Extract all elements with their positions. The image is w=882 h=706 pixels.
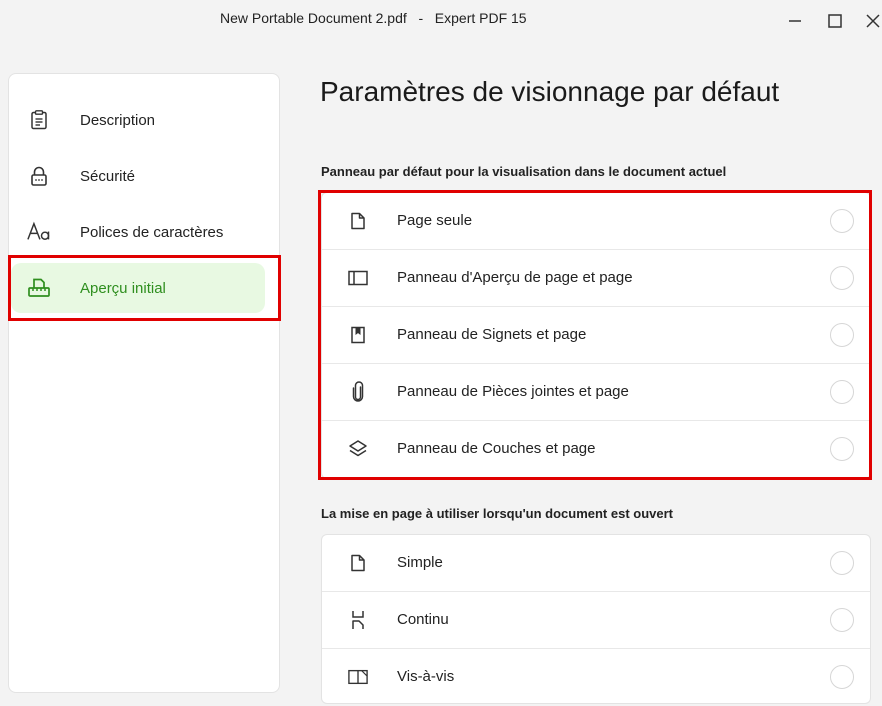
sidebar-item-label: Description — [80, 111, 156, 129]
option-label: Vis-à-vis — [397, 668, 455, 685]
page-icon — [348, 553, 368, 573]
option-label: Panneau de Couches et page — [397, 440, 596, 457]
sidebar-item-description[interactable]: Description — [11, 95, 265, 145]
facing-pages-icon — [348, 667, 368, 687]
sidebar: Description Sécurité Polices de caractèr… — [8, 73, 280, 693]
sidebar-item-label: Sécurité — [80, 167, 136, 185]
panel-section-label: Panneau par défaut pour la visualisation… — [321, 164, 727, 179]
option-attachments-panel[interactable]: Panneau de Pièces jointes et page — [322, 364, 870, 421]
title-bar: New Portable Document 2.pdf - Expert PDF… — [0, 0, 882, 40]
paperclip-icon — [348, 381, 368, 402]
window-title: New Portable Document 2.pdf - Expert PDF… — [220, 10, 527, 26]
app-name: Expert PDF 15 — [434, 10, 527, 26]
option-single-page[interactable]: Page seule — [322, 193, 870, 250]
font-icon — [27, 220, 51, 244]
close-button[interactable] — [858, 6, 882, 36]
option-label: Panneau d'Aperçu de page et page — [397, 269, 633, 286]
sidebar-item-initial-view[interactable]: Aperçu initial — [11, 263, 265, 313]
radio-button[interactable] — [830, 551, 854, 575]
minimize-icon — [789, 20, 801, 22]
layers-icon — [348, 439, 368, 459]
document-name: New Portable Document 2.pdf — [220, 10, 407, 26]
radio-button[interactable] — [830, 380, 854, 404]
clipboard-icon — [27, 108, 51, 132]
option-label: Page seule — [397, 212, 473, 229]
radio-button[interactable] — [830, 266, 854, 290]
layout-section-label: La mise en page à utiliser lorsqu'un doc… — [321, 506, 674, 521]
printer-ruler-icon — [27, 276, 51, 300]
sidebar-item-security[interactable]: Sécurité — [11, 151, 265, 201]
option-label: Simple — [397, 554, 443, 571]
page-icon — [348, 211, 368, 231]
radio-button[interactable] — [830, 209, 854, 233]
option-thumbnail-panel[interactable]: Panneau d'Aperçu de page et page — [322, 250, 870, 307]
option-label: Continu — [397, 611, 449, 628]
maximize-icon — [828, 14, 842, 28]
option-facing[interactable]: Vis-à-vis — [322, 649, 870, 706]
minimize-button[interactable] — [780, 6, 810, 36]
sidebar-panel-icon — [348, 268, 368, 288]
option-bookmarks-panel[interactable]: Panneau de Signets et page — [322, 307, 870, 364]
lock-icon — [27, 164, 51, 188]
continuous-pages-icon — [348, 610, 368, 630]
sidebar-item-label: Aperçu initial — [80, 279, 166, 297]
sidebar-item-fonts[interactable]: Polices de caractères — [11, 207, 265, 257]
close-icon — [866, 14, 880, 28]
option-label: Panneau de Pièces jointes et page — [397, 383, 629, 400]
maximize-button[interactable] — [820, 6, 850, 36]
bookmark-icon — [348, 325, 368, 345]
radio-button[interactable] — [830, 608, 854, 632]
radio-button[interactable] — [830, 323, 854, 347]
radio-button[interactable] — [830, 665, 854, 689]
option-label: Panneau de Signets et page — [397, 326, 587, 343]
sidebar-item-label: Polices de caractères — [80, 223, 224, 241]
layout-options-card: Simple Continu Vis-à-vis — [321, 534, 871, 704]
option-simple[interactable]: Simple — [322, 535, 870, 592]
panel-options-card: Page seule Panneau d'Aperçu de page et p… — [321, 192, 871, 479]
page-title: Paramètres de visionnage par défaut — [320, 76, 780, 107]
option-layers-panel[interactable]: Panneau de Couches et page — [322, 421, 870, 478]
radio-button[interactable] — [830, 437, 854, 461]
title-separator: - — [418, 10, 424, 26]
option-continuous[interactable]: Continu — [322, 592, 870, 649]
